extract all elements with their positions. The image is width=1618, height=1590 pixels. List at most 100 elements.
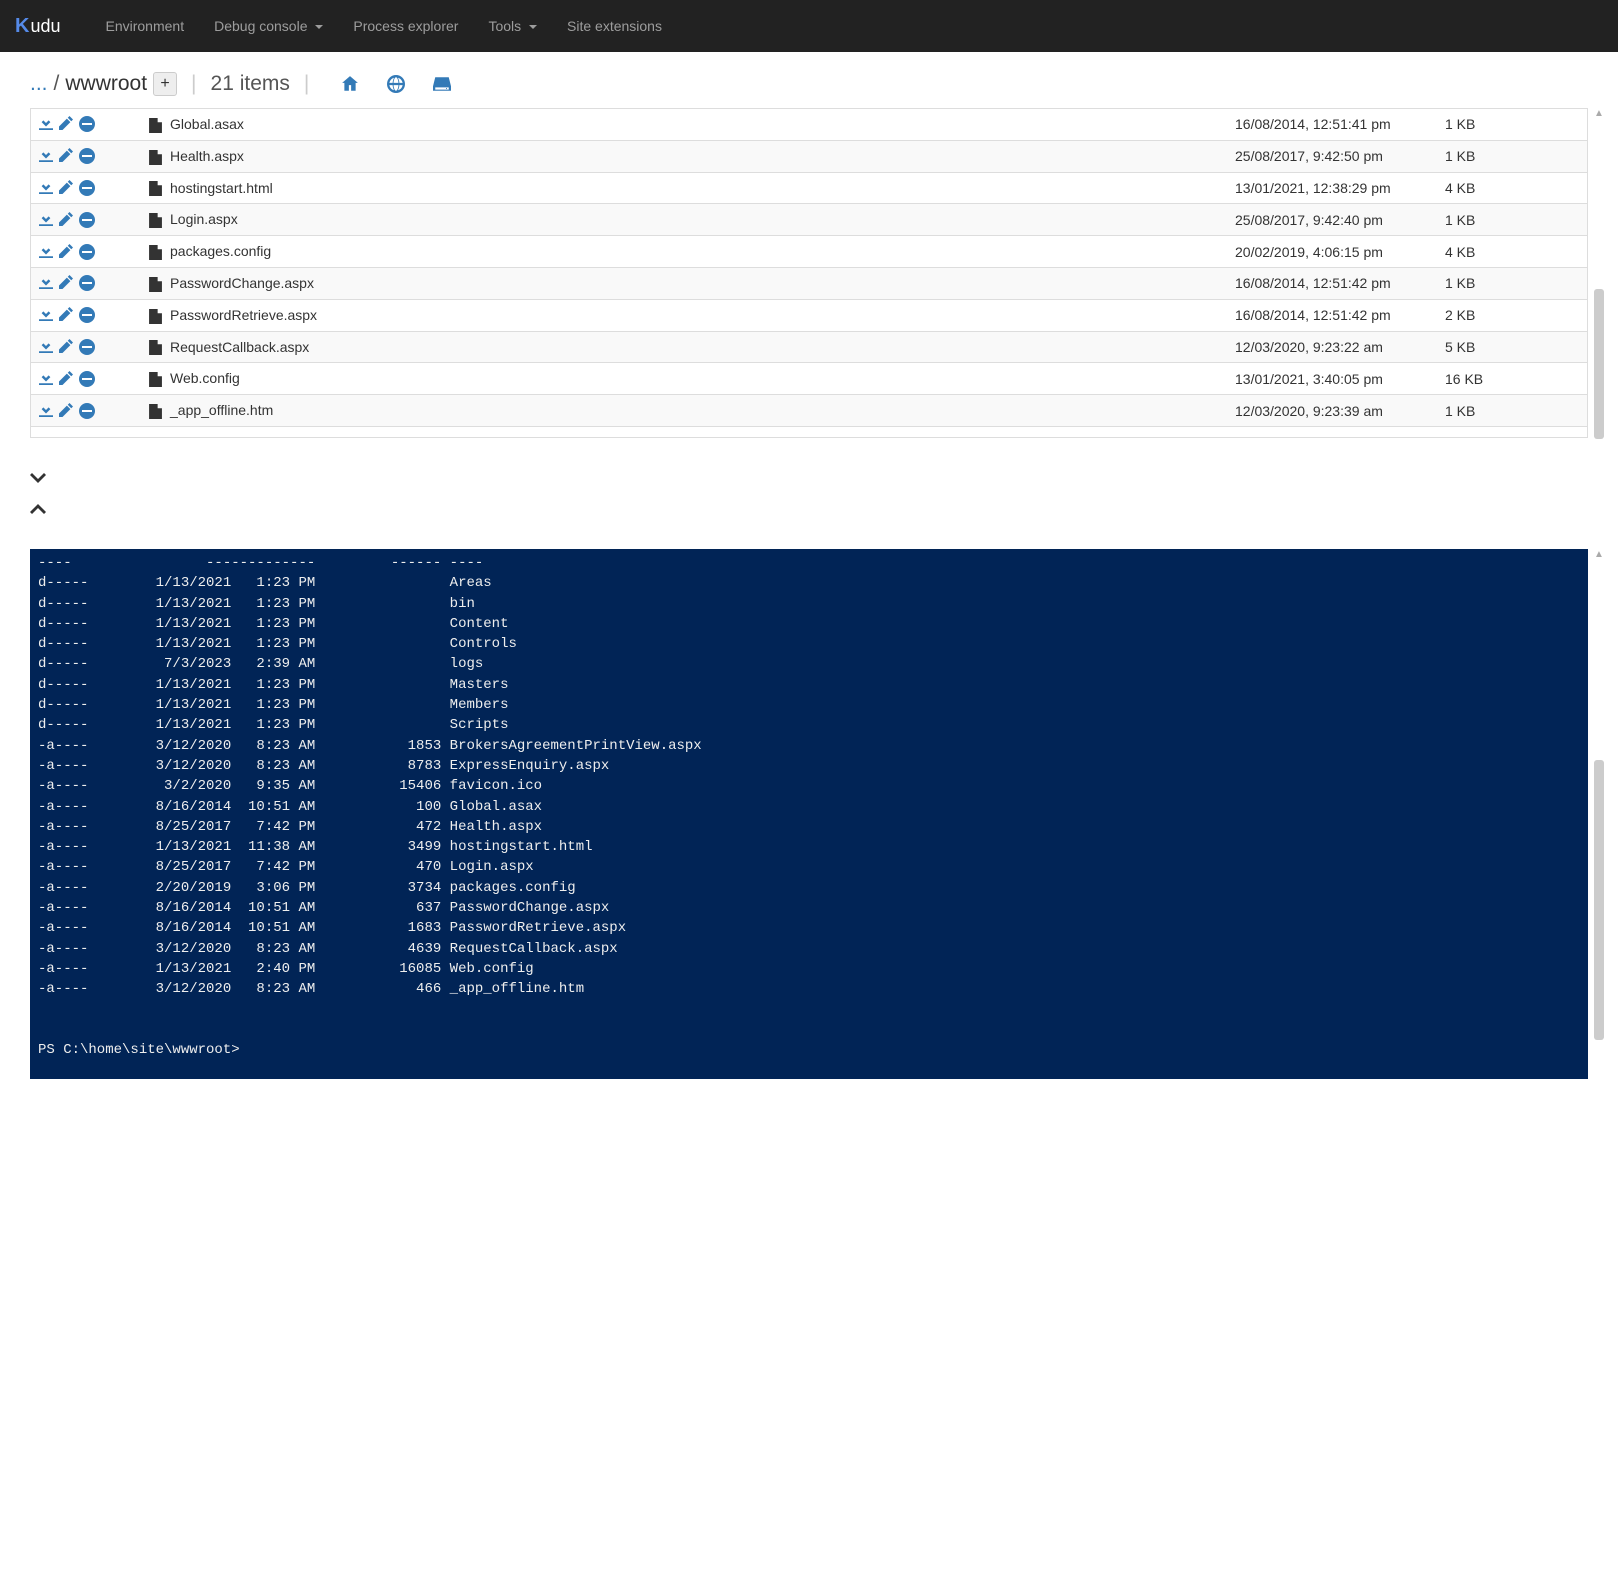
table-row: PasswordChange.aspx16/08/2014, 12:51:42 … <box>31 267 1587 299</box>
nav-item-process-explorer[interactable]: Process explorer <box>338 18 473 34</box>
delete-icon[interactable] <box>79 116 95 132</box>
download-icon[interactable] <box>39 116 53 132</box>
file-name-cell[interactable]: Global.asax <box>141 109 1227 140</box>
delete-icon[interactable] <box>79 212 95 228</box>
table-row: Health.aspx25/08/2017, 9:42:50 pm1 KB <box>31 140 1587 172</box>
download-icon[interactable] <box>39 403 53 419</box>
download-icon[interactable] <box>39 339 53 355</box>
file-date: 12/03/2020, 9:23:39 am <box>1227 395 1437 427</box>
disk-icon[interactable] <box>433 75 451 93</box>
nav-menu: Environment Debug console Process explore… <box>91 18 677 34</box>
file-name-cell[interactable]: hostingstart.html <box>141 172 1227 204</box>
file-date: 12/03/2020, 9:23:22 am <box>1227 331 1437 363</box>
brand-logo[interactable]: Kudu <box>15 15 61 38</box>
file-size: 16 KB <box>1437 363 1587 395</box>
file-name-cell[interactable]: _app_offline.htm <box>141 395 1227 427</box>
file-name: packages.config <box>170 243 271 259</box>
breadcrumb-current: wwwroot <box>65 72 147 96</box>
delete-icon[interactable] <box>79 180 95 196</box>
chevron-up-icon[interactable] <box>30 504 1588 516</box>
edit-icon[interactable] <box>59 275 73 291</box>
delete-icon[interactable] <box>79 244 95 260</box>
file-name: _app_offline.htm <box>170 402 273 418</box>
divider: | <box>191 72 196 96</box>
file-icon <box>149 309 162 324</box>
file-name-cell[interactable]: Login.aspx <box>141 204 1227 236</box>
pane-splitter <box>30 438 1588 549</box>
edit-icon[interactable] <box>59 244 73 260</box>
delete-icon[interactable] <box>79 339 95 355</box>
file-name-cell[interactable]: Web.config <box>141 363 1227 395</box>
nav-item-environment[interactable]: Environment <box>91 18 200 34</box>
file-name-cell[interactable]: RequestCallback.aspx <box>141 331 1227 363</box>
delete-icon[interactable] <box>79 307 95 323</box>
table-row: packages.config 20/02/2019, 4:06:15 pm4 K… <box>31 236 1587 268</box>
breadcrumb-root[interactable]: ... <box>30 72 48 96</box>
add-button[interactable]: + <box>153 72 177 96</box>
nav-link[interactable]: Process explorer <box>353 18 458 34</box>
file-date: 13/01/2021, 12:38:29 pm <box>1227 172 1437 204</box>
file-date: 20/02/2019, 4:06:15 pm <box>1227 236 1437 268</box>
edit-icon[interactable] <box>59 371 73 387</box>
chevron-down-icon[interactable] <box>30 471 1588 483</box>
edit-icon[interactable] <box>59 339 73 355</box>
breadcrumb-bar: ... / wwwroot + | 21 items | <box>30 72 1588 96</box>
download-icon[interactable] <box>39 244 53 260</box>
file-name-cell[interactable]: packages.config <box>141 236 1227 268</box>
globe-icon[interactable] <box>387 75 405 93</box>
download-icon[interactable] <box>39 275 53 291</box>
console-scrollbar[interactable]: ▲ <box>1592 549 1606 1079</box>
table-row: _app_offline.htm12/03/2020, 9:23:39 am1 … <box>31 395 1587 427</box>
scroll-up-icon[interactable]: ▲ <box>1592 108 1606 119</box>
file-size: 1 KB <box>1437 204 1587 236</box>
file-name: Login.aspx <box>170 211 238 227</box>
delete-icon[interactable] <box>79 148 95 164</box>
file-size: 4 KB <box>1437 236 1587 268</box>
edit-icon[interactable] <box>59 148 73 164</box>
nav-link[interactable]: Tools <box>488 18 537 34</box>
nav-link[interactable]: Site extensions <box>567 18 662 34</box>
file-name: Global.asax <box>170 116 244 132</box>
file-icon <box>149 150 162 165</box>
download-icon[interactable] <box>39 180 53 196</box>
download-icon[interactable] <box>39 371 53 387</box>
delete-icon[interactable] <box>79 403 95 419</box>
file-date: 25/08/2017, 9:42:40 pm <box>1227 204 1437 236</box>
file-size: 2 KB <box>1437 299 1587 331</box>
table-row: Global.asax16/08/2014, 12:51:41 pm1 KB <box>31 109 1587 140</box>
delete-icon[interactable] <box>79 275 95 291</box>
file-list-scrollbar[interactable]: ▲ <box>1592 108 1606 438</box>
nav-item-site-extensions[interactable]: Site extensions <box>552 18 677 34</box>
file-size: 5 KB <box>1437 331 1587 363</box>
edit-icon[interactable] <box>59 403 73 419</box>
file-name-cell[interactable]: PasswordRetrieve.aspx <box>141 299 1227 331</box>
download-icon[interactable] <box>39 307 53 323</box>
file-icon <box>149 277 162 292</box>
nav-link[interactable]: Environment <box>106 18 185 34</box>
edit-icon[interactable] <box>59 180 73 196</box>
scrollbar-thumb[interactable] <box>1594 760 1604 1040</box>
nav-item-tools[interactable]: Tools <box>473 18 552 34</box>
file-date: 16/08/2014, 12:51:41 pm <box>1227 109 1437 140</box>
scrollbar-thumb[interactable] <box>1594 289 1604 439</box>
edit-icon[interactable] <box>59 307 73 323</box>
edit-icon[interactable] <box>59 212 73 228</box>
file-icon <box>149 181 162 196</box>
download-icon[interactable] <box>39 212 53 228</box>
edit-icon[interactable] <box>59 116 73 132</box>
home-icon[interactable] <box>341 75 359 93</box>
delete-icon[interactable] <box>79 371 95 387</box>
console-prompt[interactable]: PS C:\home\site\wwwroot> <box>38 1042 248 1058</box>
nav-item-debug-console[interactable]: Debug console <box>199 18 338 34</box>
file-icon <box>149 372 162 387</box>
brand-text: udu <box>30 16 60 37</box>
file-name-cell[interactable]: Health.aspx <box>141 140 1227 172</box>
file-icon <box>149 245 162 260</box>
file-name: RequestCallback.aspx <box>170 339 309 355</box>
table-row: PasswordRetrieve.aspx16/08/2014, 12:51:4… <box>31 299 1587 331</box>
file-name-cell[interactable]: PasswordChange.aspx <box>141 267 1227 299</box>
nav-link[interactable]: Debug console <box>214 18 323 34</box>
scroll-up-icon[interactable]: ▲ <box>1592 549 1606 560</box>
console[interactable]: ---- ------------- ------ ---- d----- 1/… <box>30 549 1588 1079</box>
download-icon[interactable] <box>39 148 53 164</box>
